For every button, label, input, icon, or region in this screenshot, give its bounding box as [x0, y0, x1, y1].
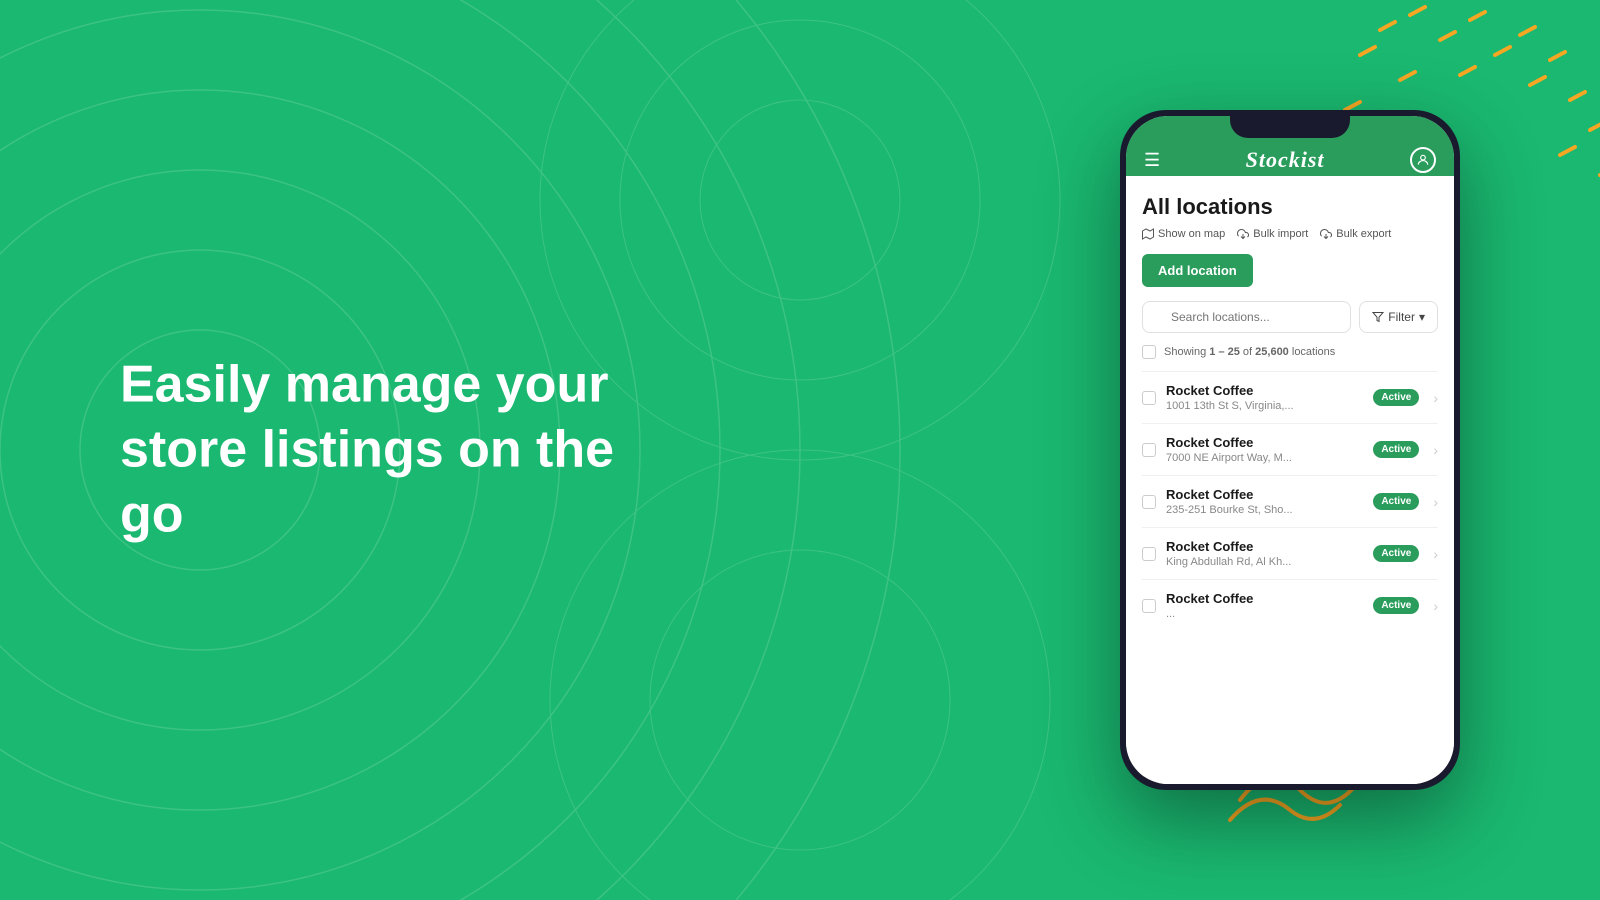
location-name: Rocket Coffee — [1166, 591, 1363, 606]
showing-row: Showing 1 – 25 of 25,600 locations — [1142, 345, 1438, 359]
filter-label: Filter — [1388, 310, 1415, 324]
item-checkbox[interactable] — [1142, 495, 1156, 509]
chevron-right-icon: › — [1433, 546, 1438, 562]
location-name: Rocket Coffee — [1166, 435, 1363, 450]
list-item[interactable]: Rocket Coffee 235-251 Bourke St, Sho... … — [1142, 475, 1438, 527]
list-item[interactable]: Rocket Coffee 7000 NE Airport Way, M... … — [1142, 423, 1438, 475]
location-info: Rocket Coffee 1001 13th St S, Virginia,.… — [1166, 383, 1363, 412]
phone-body: ☰ Stockist All locations — [1120, 110, 1460, 790]
add-location-button[interactable]: Add location — [1142, 254, 1253, 287]
list-item[interactable]: Rocket Coffee 1001 13th St S, Virginia,.… — [1142, 371, 1438, 423]
hero-section: Easily manage your store listings on the… — [120, 353, 620, 548]
filter-button[interactable]: Filter ▾ — [1359, 301, 1438, 333]
status-badge: Active — [1373, 389, 1419, 406]
chevron-right-icon: › — [1433, 390, 1438, 406]
action-links-row: Show on map Bulk import — [1142, 228, 1438, 240]
location-address: 1001 13th St S, Virginia,... — [1166, 400, 1363, 412]
location-name: Rocket Coffee — [1166, 383, 1363, 398]
location-info: Rocket Coffee King Abdullah Rd, Al Kh... — [1166, 539, 1363, 568]
location-name: Rocket Coffee — [1166, 539, 1363, 554]
location-address: 7000 NE Airport Way, M... — [1166, 452, 1363, 464]
status-badge: Active — [1373, 545, 1419, 562]
hero-text: Easily manage your store listings on the… — [120, 353, 620, 548]
chevron-right-icon: › — [1433, 598, 1438, 614]
status-badge: Active — [1373, 493, 1419, 510]
showing-text: Showing 1 – 25 of 25,600 locations — [1164, 346, 1335, 358]
chevron-right-icon: › — [1433, 442, 1438, 458]
app-content: All locations Show on map — [1126, 176, 1454, 784]
location-address: ... — [1166, 608, 1363, 620]
item-checkbox[interactable] — [1142, 599, 1156, 613]
status-badge: Active — [1373, 441, 1419, 458]
select-all-checkbox[interactable] — [1142, 345, 1156, 359]
bulk-import-link[interactable]: Bulk import — [1237, 228, 1308, 240]
user-icon[interactable] — [1410, 147, 1436, 173]
show-on-map-label: Show on map — [1158, 228, 1225, 240]
location-name: Rocket Coffee — [1166, 487, 1363, 502]
chevron-right-icon: › — [1433, 494, 1438, 510]
filter-chevron-icon: ▾ — [1419, 310, 1425, 324]
search-filter-row: 🔍 Filter ▾ — [1142, 301, 1438, 333]
bulk-export-label: Bulk export — [1336, 228, 1391, 240]
search-wrapper: 🔍 — [1142, 301, 1351, 333]
location-info: Rocket Coffee 235-251 Bourke St, Sho... — [1166, 487, 1363, 516]
location-list: Rocket Coffee 1001 13th St S, Virginia,.… — [1142, 371, 1438, 631]
location-address: King Abdullah Rd, Al Kh... — [1166, 556, 1363, 568]
phone-notch — [1230, 110, 1350, 138]
item-checkbox[interactable] — [1142, 547, 1156, 561]
bulk-export-link[interactable]: Bulk export — [1320, 228, 1391, 240]
showing-range: 1 – 25 — [1209, 346, 1240, 358]
showing-total: 25,600 — [1255, 346, 1289, 358]
item-checkbox[interactable] — [1142, 443, 1156, 457]
location-info: Rocket Coffee 7000 NE Airport Way, M... — [1166, 435, 1363, 464]
phone-mockup: ☰ Stockist All locations — [1120, 110, 1460, 790]
bulk-import-label: Bulk import — [1253, 228, 1308, 240]
item-checkbox[interactable] — [1142, 391, 1156, 405]
list-item[interactable]: Rocket Coffee King Abdullah Rd, Al Kh...… — [1142, 527, 1438, 579]
app-logo: Stockist — [1246, 147, 1325, 173]
page-title: All locations — [1142, 194, 1438, 220]
location-info: Rocket Coffee ... — [1166, 591, 1363, 620]
hamburger-icon[interactable]: ☰ — [1144, 151, 1160, 169]
phone-screen: ☰ Stockist All locations — [1126, 116, 1454, 784]
search-input[interactable] — [1142, 301, 1351, 333]
show-on-map-link[interactable]: Show on map — [1142, 228, 1225, 240]
status-badge: Active — [1373, 597, 1419, 614]
location-address: 235-251 Bourke St, Sho... — [1166, 504, 1363, 516]
list-item[interactable]: Rocket Coffee ... Active › — [1142, 579, 1438, 631]
